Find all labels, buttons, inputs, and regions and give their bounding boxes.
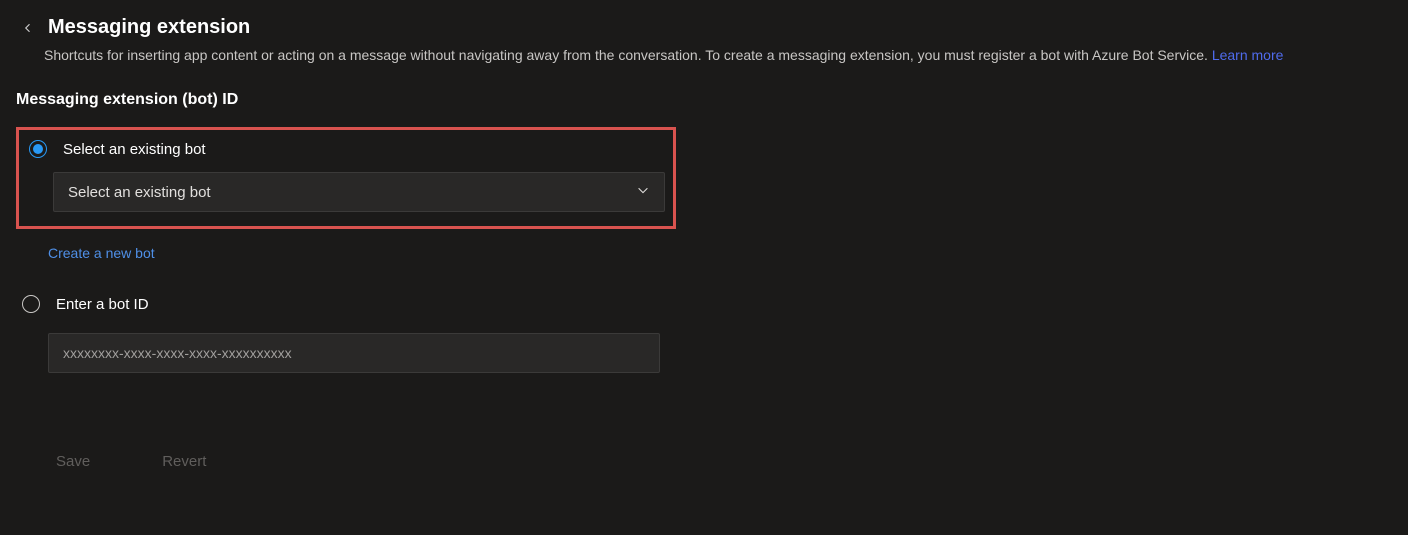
radio-select-existing-bot[interactable] <box>29 140 47 158</box>
create-new-bot-link[interactable]: Create a new bot <box>48 245 155 261</box>
radio-dot-icon <box>33 144 43 154</box>
page-title: Messaging extension <box>48 16 250 39</box>
chevron-down-icon <box>636 183 650 202</box>
learn-more-link[interactable]: Learn more <box>1212 47 1284 63</box>
save-button[interactable]: Save <box>56 453 90 470</box>
radio-enter-bot-id[interactable] <box>22 295 40 313</box>
revert-button[interactable]: Revert <box>162 453 206 470</box>
radio-label-select-existing: Select an existing bot <box>63 141 206 158</box>
page-description: Shortcuts for inserting app content or a… <box>44 47 1368 63</box>
dropdown-selected-text: Select an existing bot <box>68 184 211 201</box>
highlight-annotation: Select an existing bot Select an existin… <box>16 127 676 229</box>
bot-select-dropdown[interactable]: Select an existing bot <box>53 172 665 212</box>
section-label: Messaging extension (bot) ID <box>10 91 1368 109</box>
description-text: Shortcuts for inserting app content or a… <box>44 47 1212 63</box>
back-chevron-icon[interactable] <box>20 20 36 36</box>
bot-id-input[interactable] <box>48 333 660 373</box>
radio-label-enter-bot-id: Enter a bot ID <box>56 296 149 313</box>
